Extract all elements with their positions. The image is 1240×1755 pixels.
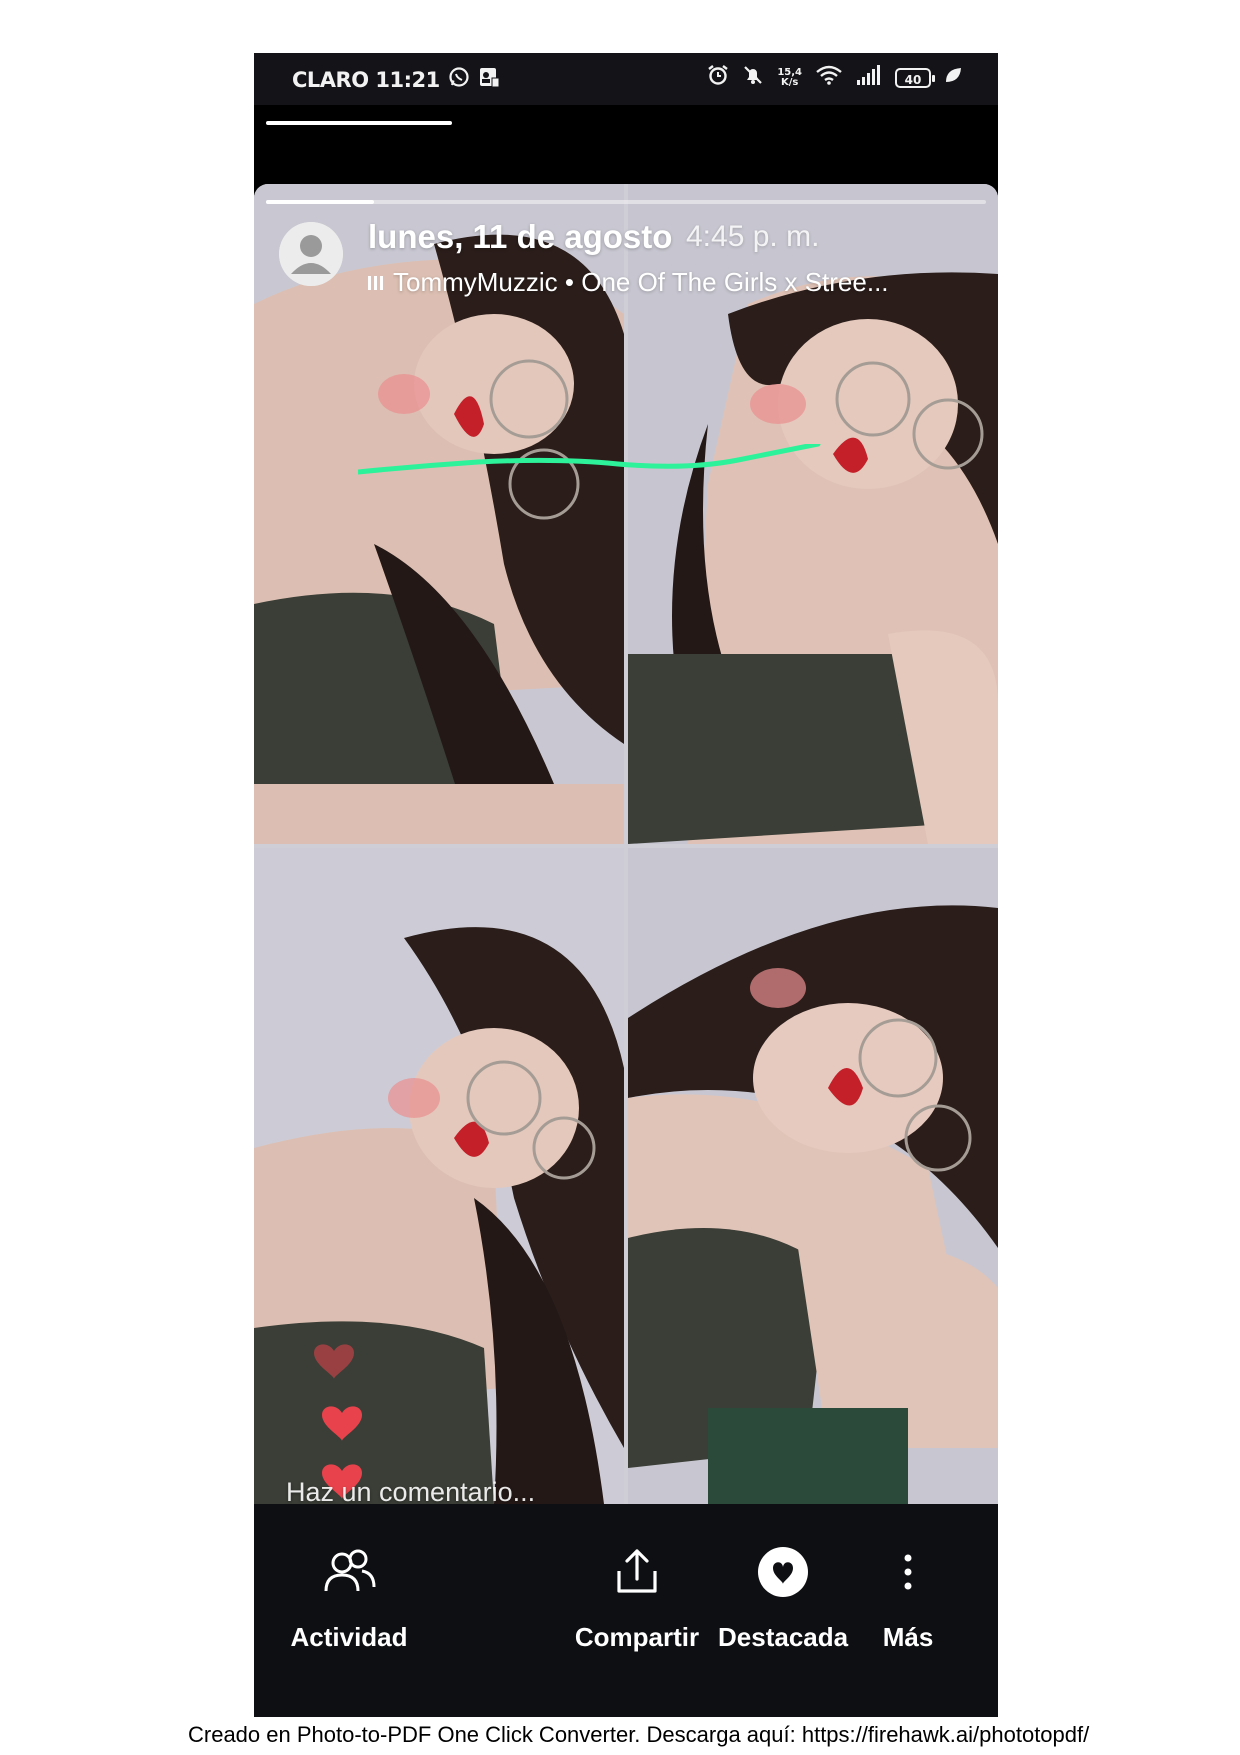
mas-button[interactable]: Más [848,1542,968,1653]
carrier-time: CLARO 11:21 [292,67,440,92]
story-time: 4:45 p. m. [686,220,820,253]
battery-icon: 40 [895,67,935,88]
avatar-placeholder-icon [279,222,343,286]
signal-icon [856,64,882,91]
story-progress-fill [266,200,374,204]
net-speed-unit: K/s [780,76,799,88]
people-icon [284,1542,414,1602]
actividad-label: Actividad [290,1622,408,1652]
wifi-icon [815,64,843,91]
green-underline-mark [358,444,821,475]
viewer-progress-bar [266,121,452,125]
heart-icon [314,1344,354,1379]
status-right: 15,4 K/s 40 [707,64,962,91]
music-bars-icon [368,275,383,290]
leaf-icon [944,66,962,89]
music-track-text: TommyMuzzic • One Of The Girls x Stree..… [393,267,889,297]
alarm-icon [707,64,729,91]
converter-footer: Creado en Photo-to-PDF One Click Convert… [188,1722,1090,1747]
contact-icon [478,66,500,93]
photo-collage [254,184,998,1504]
net-speed: 15,4 K/s [777,66,802,88]
heart-icon [322,1406,362,1441]
avatar[interactable] [279,222,343,286]
actividad-button[interactable]: Actividad [284,1542,414,1653]
compartir-button[interactable]: Compartir [572,1542,702,1653]
bottom-action-bar: Actividad Compartir Destacada Más [254,1504,998,1717]
more-vertical-icon [848,1542,968,1602]
mute-icon [742,64,764,91]
story-viewer[interactable]: lunes, 11 de agosto 4:45 p. m. TommyMuzz… [254,184,998,1504]
heart-filled-icon [718,1542,848,1602]
destacada-label: Destacada [718,1622,849,1652]
status-bar: CLARO 11:21 15,4 K/s 40 [254,53,998,105]
net-speed-value: 15,4 [777,66,802,78]
whatsapp-icon [448,66,470,93]
photo-4 [628,848,998,1504]
story-progress-bar [266,200,986,204]
music-track[interactable]: TommyMuzzic • One Of The Girls x Stree..… [368,267,889,298]
status-left: CLARO 11:21 [292,66,500,93]
compartir-label: Compartir [574,1622,700,1652]
mas-label: Más [882,1622,934,1652]
story-date: lunes, 11 de agosto [368,218,673,255]
phone-screen: CLARO 11:21 15,4 K/s 40 lunes, 11 de ago… [254,53,998,1717]
destacada-button[interactable]: Destacada [718,1542,848,1653]
share-icon [572,1542,702,1602]
